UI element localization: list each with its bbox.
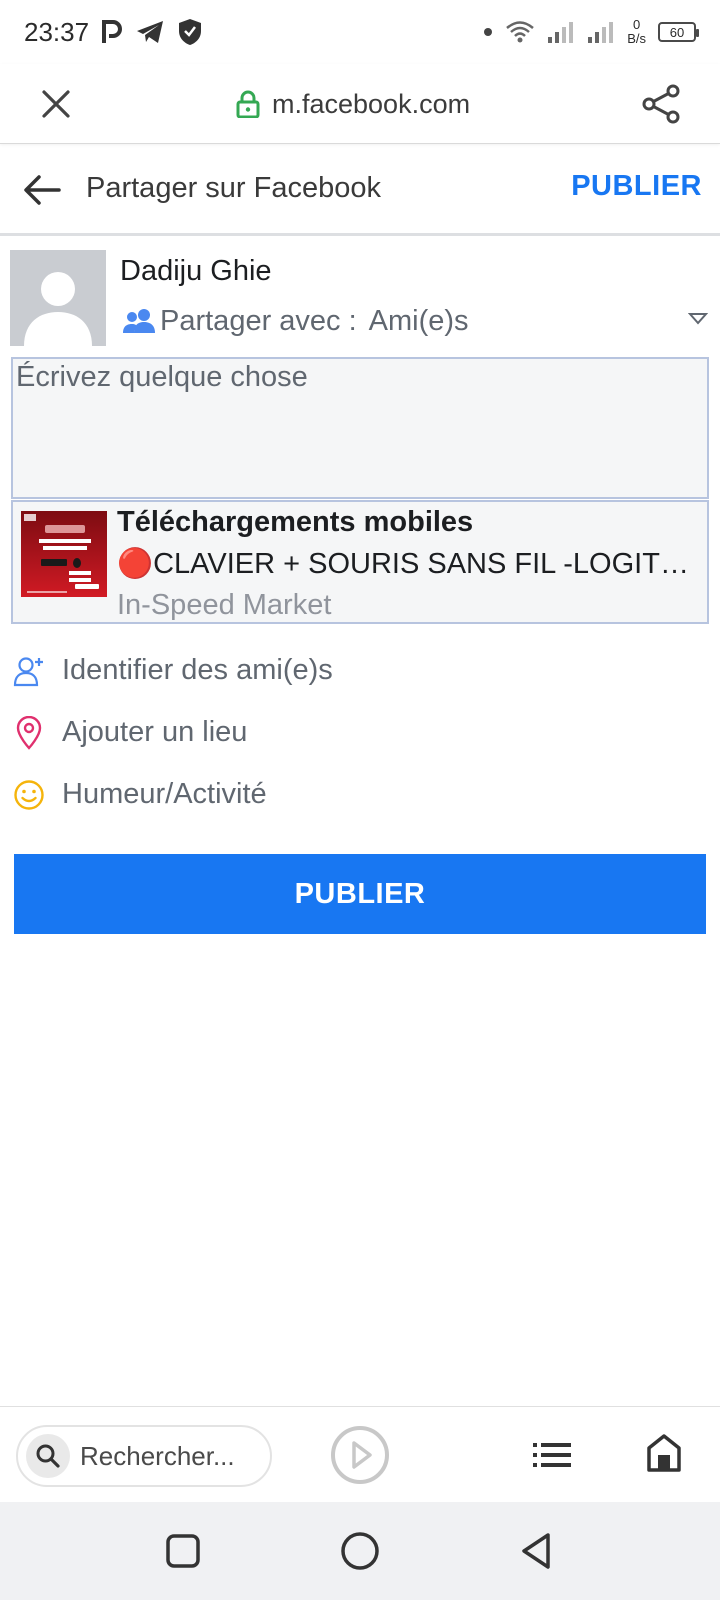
network-rate-unit: B/s bbox=[627, 31, 646, 46]
battery-icon: 60 bbox=[658, 22, 699, 42]
lock-icon bbox=[236, 90, 260, 118]
search-icon bbox=[26, 1434, 70, 1478]
default-avatar-icon bbox=[10, 250, 106, 346]
browser-bottom-toolbar bbox=[0, 1406, 720, 1502]
parking-icon bbox=[101, 19, 123, 45]
signal-icon bbox=[547, 20, 575, 44]
shield-icon bbox=[177, 18, 203, 46]
add-location-option[interactable]: Ajouter un lieu bbox=[0, 704, 720, 762]
back-button[interactable] bbox=[20, 168, 64, 212]
status-time: 23:37 bbox=[24, 16, 90, 47]
browser-bar: m.facebook.com bbox=[0, 64, 720, 144]
tag-friends-icon bbox=[13, 655, 45, 687]
circle-icon bbox=[341, 1532, 379, 1570]
feeling-activity-option[interactable]: Humeur/Activité bbox=[0, 766, 720, 824]
list-icon bbox=[533, 1443, 571, 1467]
recents-button[interactable] bbox=[161, 1529, 205, 1573]
url-text: m.facebook.com bbox=[272, 88, 471, 119]
publish-button[interactable]: PUBLIER bbox=[14, 854, 706, 934]
option-label: Humeur/Activité bbox=[62, 778, 267, 810]
home-nav-button[interactable] bbox=[338, 1529, 382, 1573]
user-name: Dadiju Ghie bbox=[120, 255, 272, 287]
signal-icon-2 bbox=[587, 20, 615, 44]
chevron-down-icon bbox=[688, 313, 708, 325]
triangle-back-icon bbox=[522, 1533, 550, 1569]
link-preview-title: Téléchargements mobiles bbox=[117, 506, 474, 538]
smiley-icon bbox=[13, 779, 45, 811]
link-preview-card[interactable]: Téléchargements mobiles 🔴CLAVIER + SOURI… bbox=[11, 500, 709, 624]
friends-icon bbox=[123, 309, 155, 333]
telegram-icon bbox=[135, 19, 165, 45]
search-bar[interactable] bbox=[16, 1425, 272, 1487]
audience-selector[interactable]: Partager avec : Ami(e)s bbox=[122, 300, 708, 342]
header-publish-button[interactable]: PUBLIER bbox=[571, 170, 702, 203]
close-icon bbox=[42, 90, 70, 118]
link-preview-description: 🔴CLAVIER + SOURIS SANS FIL -LOGITECH MK2… bbox=[117, 548, 693, 580]
option-label: Identifier des ami(e)s bbox=[62, 654, 333, 686]
status-bar: 23:37 0 B/s 60 bbox=[0, 0, 720, 64]
square-icon bbox=[166, 1534, 200, 1568]
tag-friends-option[interactable]: Identifier des ami(e)s bbox=[0, 642, 720, 700]
home-icon bbox=[647, 1434, 681, 1472]
location-pin-icon bbox=[13, 716, 45, 750]
post-text-input[interactable] bbox=[11, 357, 709, 499]
close-button[interactable] bbox=[36, 84, 76, 124]
audience-label: Partager avec : bbox=[160, 304, 357, 337]
avatar[interactable] bbox=[10, 250, 106, 346]
wifi-icon bbox=[505, 19, 535, 45]
share-button[interactable] bbox=[640, 82, 684, 126]
play-icon bbox=[331, 1426, 389, 1484]
link-preview-thumbnail bbox=[21, 511, 107, 597]
share-icon bbox=[642, 84, 680, 124]
system-navigation-bar bbox=[0, 1502, 720, 1600]
search-input[interactable] bbox=[80, 1435, 260, 1477]
url-display[interactable]: m.facebook.com bbox=[236, 84, 470, 124]
dot-icon bbox=[483, 27, 493, 37]
play-button[interactable] bbox=[330, 1425, 390, 1485]
link-preview-site: In-Speed Market bbox=[117, 589, 332, 621]
network-rate: 0 B/s bbox=[627, 18, 646, 46]
audience-value: Ami(e)s bbox=[368, 304, 469, 337]
share-header: Partager sur Facebook PUBLIER bbox=[0, 144, 720, 236]
option-label: Ajouter un lieu bbox=[62, 716, 248, 748]
battery-level: 60 bbox=[669, 24, 685, 40]
menu-list-button[interactable] bbox=[530, 1431, 574, 1479]
page-title: Partager sur Facebook bbox=[86, 172, 381, 204]
product-thumbnail-icon bbox=[21, 511, 107, 597]
back-nav-button[interactable] bbox=[514, 1529, 558, 1573]
network-rate-value: 0 bbox=[632, 17, 641, 32]
home-button[interactable] bbox=[642, 1427, 686, 1479]
arrow-left-icon bbox=[24, 175, 61, 205]
